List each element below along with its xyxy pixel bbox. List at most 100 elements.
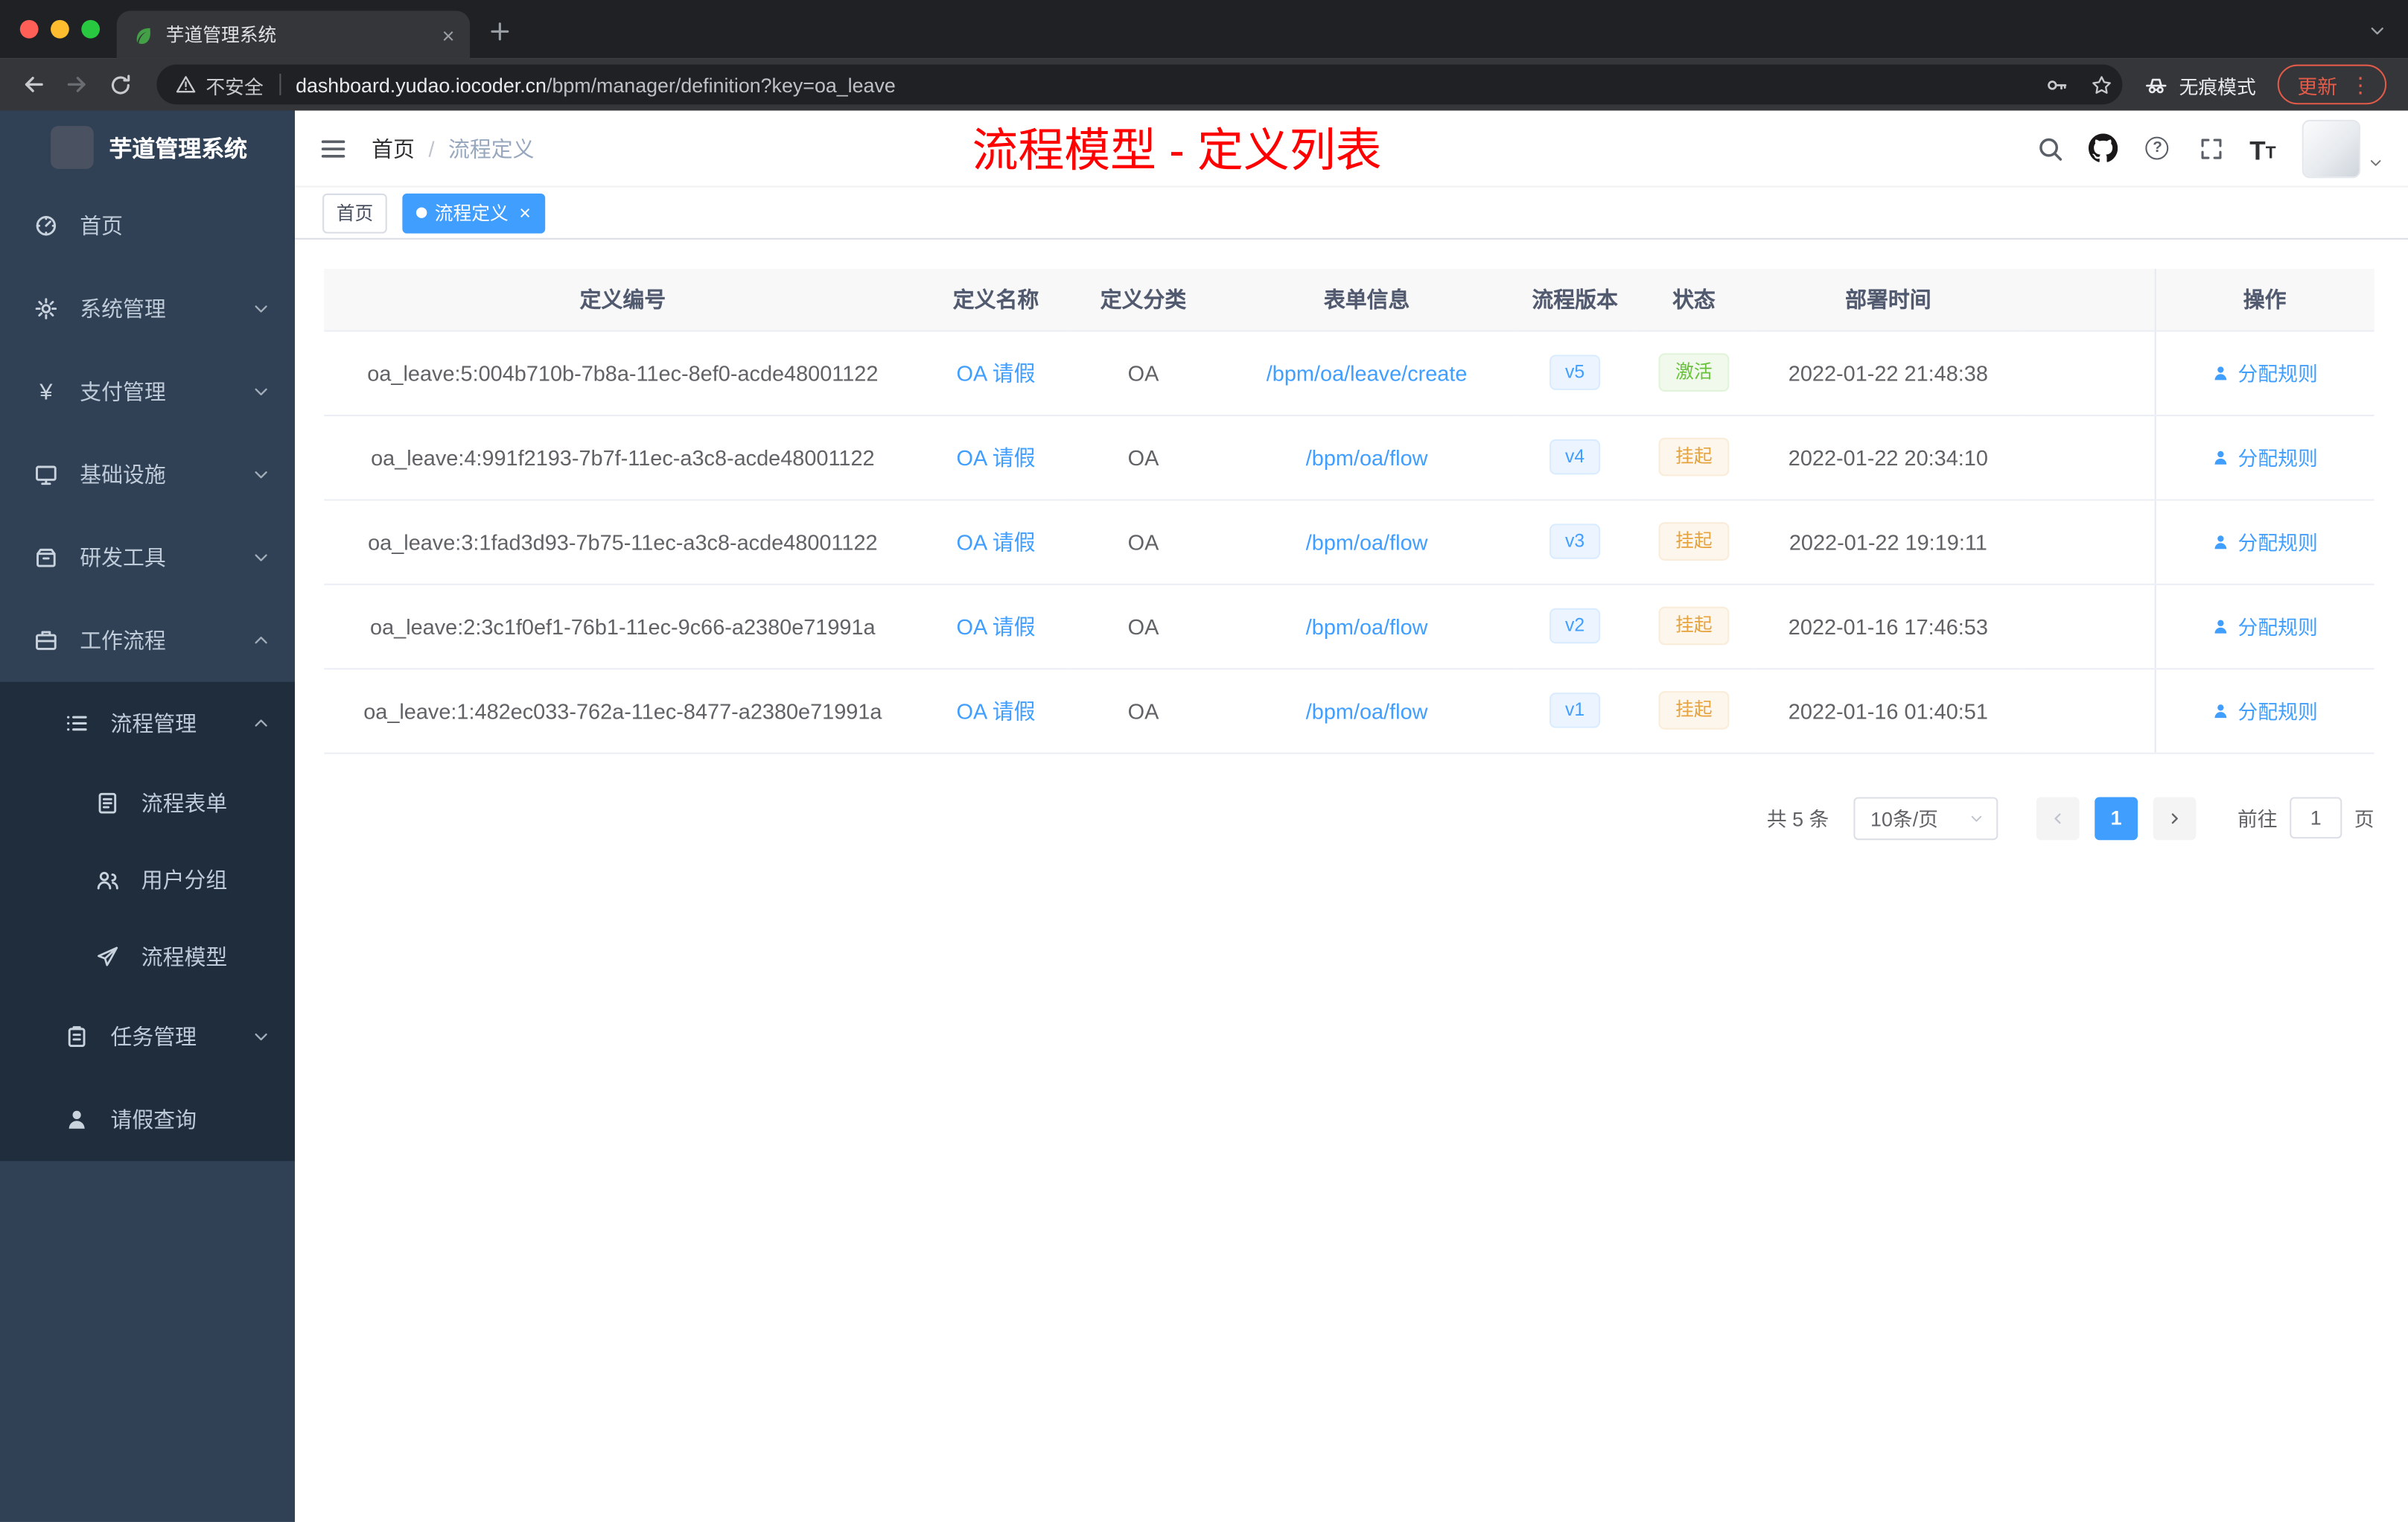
- close-icon[interactable]: ×: [519, 203, 531, 223]
- tags-view-bar: 首页 流程定义 ×: [295, 187, 2408, 240]
- sidebar-item-label: 用户分组: [141, 867, 228, 893]
- form-link[interactable]: /bpm/oa/flow: [1306, 529, 1428, 554]
- cell-filler: [2021, 583, 2155, 669]
- sidebar-item-process-model[interactable]: 流程模型: [0, 918, 295, 995]
- definition-name-link[interactable]: OA 请假: [957, 529, 1036, 554]
- user-icon: [2211, 701, 2230, 720]
- dashboard-icon: [34, 214, 58, 238]
- sidebar-item-task-management[interactable]: 任务管理: [0, 996, 295, 1078]
- logo-avatar: [51, 126, 94, 169]
- font-size-icon[interactable]: TT: [2249, 133, 2275, 164]
- sidebar-item-user-group[interactable]: 用户分组: [0, 841, 295, 918]
- sidebar-item-label: 工作流程: [80, 628, 166, 653]
- window-zoom-button[interactable]: [81, 19, 101, 39]
- update-button[interactable]: 更新 ⋮: [2277, 64, 2387, 105]
- key-icon[interactable]: [2045, 73, 2068, 96]
- sidebar-item-label: 请假查询: [110, 1107, 197, 1133]
- logo-title: 芋道管理系统: [109, 136, 248, 162]
- assign-rule-label: 分配规则: [2237, 616, 2318, 639]
- list-icon: [65, 711, 89, 736]
- assign-rule-label: 分配规则: [2237, 362, 2318, 386]
- cell-category: OA: [1070, 583, 1217, 669]
- tab-title: 芋道管理系统: [165, 25, 277, 46]
- column-header-version: 流程版本: [1517, 268, 1633, 331]
- more-menu-icon[interactable]: ⋮: [2350, 71, 2372, 98]
- sidebar-item-label: 流程管理: [110, 710, 197, 736]
- column-header-actions: 操作: [2153, 268, 2374, 331]
- browser-tab[interactable]: 芋道管理系统 ×: [116, 10, 471, 59]
- assign-rule-button[interactable]: 分配规则: [2211, 442, 2318, 471]
- sidebar-item-home[interactable]: 首页: [0, 185, 295, 267]
- sidebar-toggle-icon[interactable]: [319, 134, 347, 162]
- form-link[interactable]: /bpm/oa/flow: [1306, 698, 1428, 722]
- sidebar-item-label: 系统管理: [80, 296, 166, 322]
- forward-button[interactable]: [55, 63, 98, 106]
- sidebar-item-process-form[interactable]: 流程表单: [0, 765, 295, 841]
- tab-close-icon[interactable]: ×: [442, 24, 455, 45]
- column-header-definition-id: 定义编号: [324, 268, 922, 331]
- tab-search-chevron-icon[interactable]: [2368, 22, 2386, 40]
- tag-home[interactable]: 首页: [322, 192, 387, 233]
- next-page-button[interactable]: [2153, 796, 2197, 840]
- definition-name-link[interactable]: OA 请假: [957, 698, 1036, 722]
- reload-button[interactable]: [98, 63, 141, 106]
- help-icon[interactable]: ?: [2142, 133, 2173, 163]
- bookmark-star-icon[interactable]: [2090, 73, 2113, 96]
- app: 芋道管理系统 首页 系统管理 ¥ 支付管理 基础设施 研发工具 工作流程 流程管…: [0, 110, 2408, 1522]
- assign-rule-button[interactable]: 分配规则: [2211, 695, 2318, 725]
- sidebar-item-workflow[interactable]: 工作流程: [0, 599, 295, 681]
- browser-tab-strip: 芋道管理系统 ×: [0, 0, 2408, 59]
- assign-rule-button[interactable]: 分配规则: [2211, 611, 2318, 640]
- column-header-deploy-time: 部署时间: [1755, 268, 2022, 331]
- goto-page-input[interactable]: [2290, 797, 2342, 839]
- monitor-icon: [34, 462, 58, 487]
- definition-name-link[interactable]: OA 请假: [957, 614, 1036, 638]
- sidebar-item-leave-query[interactable]: 请假查询: [0, 1078, 295, 1161]
- column-header-definition-name: 定义名称: [921, 268, 1071, 331]
- github-icon[interactable]: [2089, 133, 2119, 163]
- sidebar-item-payment-management[interactable]: ¥ 支付管理: [0, 350, 295, 433]
- back-button[interactable]: [13, 63, 56, 106]
- sidebar-item-infrastructure[interactable]: 基础设施: [0, 433, 295, 516]
- form-link[interactable]: /bpm/oa/flow: [1306, 614, 1428, 638]
- sidebar-item-process-management[interactable]: 流程管理: [0, 682, 295, 765]
- tag-process-definition[interactable]: 流程定义 ×: [402, 192, 545, 233]
- chevron-down-icon: [252, 548, 270, 567]
- prev-page-button[interactable]: [2036, 796, 2080, 840]
- cell-definition-id: oa_leave:3:1fad3d93-7b75-11ec-a3c8-acde4…: [324, 499, 922, 585]
- window-minimize-button[interactable]: [51, 19, 69, 39]
- page-size-select[interactable]: 10条/页: [1853, 796, 1998, 840]
- sidebar-item-dev-tools[interactable]: 研发工具: [0, 516, 295, 599]
- cell-category: OA: [1070, 330, 1217, 415]
- window-close-button[interactable]: [19, 19, 39, 39]
- navbar-actions: ? TT: [2035, 118, 2383, 178]
- search-icon[interactable]: [2035, 133, 2065, 163]
- page-number-button[interactable]: 1: [2095, 796, 2138, 840]
- assign-rule-label: 分配规则: [2237, 531, 2318, 555]
- assign-rule-button[interactable]: 分配规则: [2211, 526, 2318, 555]
- breadcrumb-home[interactable]: 首页: [372, 133, 415, 163]
- cell-deploy-time: 2022-01-16 17:46:53: [1755, 583, 2022, 669]
- column-header-category: 定义分类: [1070, 268, 1217, 331]
- form-link[interactable]: /bpm/oa/leave/create: [1267, 360, 1468, 385]
- paper-plane-icon: [95, 944, 120, 969]
- definition-name-link[interactable]: OA 请假: [957, 360, 1036, 385]
- url-bar[interactable]: 不安全 dashboard.yudao.iocoder.cn/bpm/manag…: [156, 64, 2123, 105]
- logo[interactable]: 芋道管理系统: [0, 111, 295, 185]
- security-label[interactable]: 不安全: [206, 70, 263, 99]
- column-header-filler: [2021, 268, 2155, 331]
- assign-rule-button[interactable]: 分配规则: [2211, 358, 2318, 387]
- sidebar-item-label: 首页: [80, 213, 123, 238]
- tag-active-dot: [415, 207, 427, 218]
- form-link[interactable]: /bpm/oa/flow: [1306, 445, 1428, 469]
- status-badge: 激活: [1658, 352, 1730, 392]
- page-size-value: 10条/页: [1870, 807, 1938, 831]
- user-menu[interactable]: [2302, 118, 2383, 178]
- sidebar-item-system-management[interactable]: 系统管理: [0, 267, 295, 350]
- sidebar-item-label: 流程模型: [141, 944, 228, 969]
- definition-name-link[interactable]: OA 请假: [957, 445, 1036, 469]
- fullscreen-icon[interactable]: [2196, 133, 2226, 163]
- new-tab-button[interactable]: [488, 20, 512, 43]
- cell-category: OA: [1070, 414, 1217, 500]
- table-header-row: 定义编号 定义名称 定义分类 表单信息 流程版本 状态 部署时间 操作: [324, 268, 2374, 331]
